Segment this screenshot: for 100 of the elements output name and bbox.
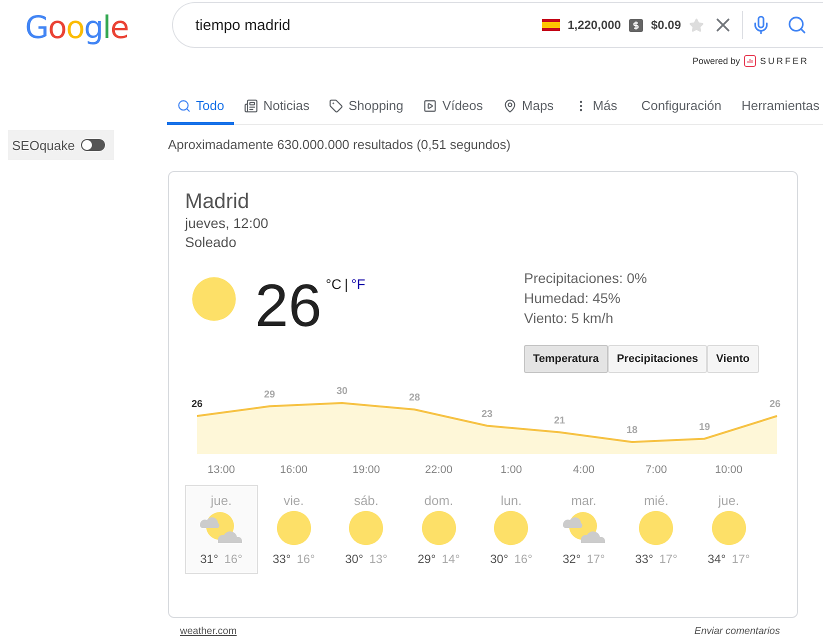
tag-icon <box>329 98 344 112</box>
seoquake-toggle[interactable] <box>80 139 105 151</box>
low-temperature: 16° <box>514 552 532 566</box>
low-temperature: 17° <box>732 552 750 566</box>
hour-label: 13:00 <box>206 464 236 476</box>
weather-detail: Humedad: 45% <box>524 289 621 308</box>
data-label: 23 <box>481 408 493 420</box>
source-link[interactable]: weather.com <box>180 626 237 637</box>
day-name: jue. <box>210 493 232 508</box>
star-icon[interactable] <box>689 18 704 32</box>
day-forecast[interactable]: lun. 30° 16° <box>475 485 548 574</box>
hour-label: 4:00 <box>572 464 596 476</box>
search-tab[interactable]: Maps <box>492 89 564 125</box>
data-label: 28 <box>408 392 420 404</box>
newspaper-icon <box>244 98 258 112</box>
day-forecast[interactable]: vie. 33° 16° <box>258 485 330 574</box>
search-tab[interactable]: Configuración <box>631 89 732 125</box>
day-forecast[interactable]: dom. 29° 14° <box>402 485 475 574</box>
sun-with-clouds-icon <box>560 511 607 545</box>
day-name: vie. <box>284 493 304 508</box>
search-tab[interactable]: Todo <box>167 89 234 125</box>
day-name: lun. <box>500 493 522 508</box>
chart-mode-button[interactable]: Precipitaciones <box>608 345 708 373</box>
data-label: 29 <box>264 389 276 400</box>
high-temperature: 33° <box>272 552 291 566</box>
sun-icon <box>710 510 747 546</box>
data-label: 21 <box>554 415 566 426</box>
unit-toggle[interactable]: °C <box>326 276 342 292</box>
high-temperature: 33° <box>635 552 654 566</box>
hour-label: 1:00 <box>500 464 523 476</box>
local-time: jueves, 12:00 <box>185 214 270 233</box>
dollar-badge-icon <box>628 18 643 32</box>
sun-icon <box>191 276 237 322</box>
surfer-logo-icon <box>744 55 756 67</box>
low-temperature: 17° <box>659 552 678 566</box>
high-temperature: 32° <box>562 552 581 566</box>
search-tab[interactable]: Shopping <box>319 89 414 125</box>
unit-separator: | <box>344 276 348 292</box>
day-name: jue. <box>718 493 740 508</box>
map-pin-icon <box>502 98 517 112</box>
hour-label: 16:00 <box>278 464 309 476</box>
play-icon <box>423 98 438 112</box>
low-temperature: 16° <box>296 552 315 566</box>
sun-icon <box>638 510 674 546</box>
weather-condition: Soleado <box>185 233 238 252</box>
google-logo[interactable]: Google <box>25 10 128 46</box>
high-temperature: 30° <box>345 552 364 566</box>
data-label: 26 <box>769 399 781 410</box>
unit-toggle[interactable]: °F <box>351 276 366 292</box>
feedback-link[interactable]: Enviar comentarios <box>694 626 780 637</box>
low-temperature: 17° <box>586 552 605 566</box>
day-name: mié. <box>644 493 669 508</box>
hour-label: 22:00 <box>424 464 454 476</box>
spain-flag-icon <box>542 19 560 31</box>
search-tab[interactable]: Herramientas <box>731 89 823 125</box>
high-temperature: 34° <box>708 552 726 566</box>
surfer-brand: SURFER <box>760 56 809 66</box>
low-temperature: 13° <box>369 552 388 566</box>
seoquake-label: SEOquake <box>12 138 75 152</box>
sun-icon <box>493 510 530 546</box>
weather-detail: Viento: 5 km/h <box>524 309 614 328</box>
cost-per-click: $0.09 <box>650 18 681 32</box>
results-count: Aproximadamente 630.000.000 resultados (0,51 segundos) <box>168 137 512 152</box>
search-icon <box>177 98 191 112</box>
hour-label: 19:00 <box>351 464 382 476</box>
sun-icon <box>348 510 384 546</box>
day-forecast[interactable]: mar. 32° 17° <box>548 485 620 574</box>
day-name: sáb. <box>354 493 379 508</box>
powered-by-text: Powered by <box>692 56 740 66</box>
search-field[interactable]: tiempo madrid <box>193 16 534 34</box>
data-label: 19 <box>698 422 710 433</box>
search-volume: 1,220,000 <box>568 18 621 32</box>
search-tab[interactable]: Noticias <box>234 89 320 125</box>
current-temperature: 26 <box>255 278 322 334</box>
high-temperature: 30° <box>490 552 508 566</box>
search-icon[interactable] <box>787 15 807 35</box>
chart-mode-button[interactable]: Viento <box>707 345 759 373</box>
hour-label: 7:00 <box>644 464 668 476</box>
weather-detail: Precipitaciones: 0% <box>524 269 647 288</box>
low-temperature: 16° <box>224 552 242 566</box>
data-label: 18 <box>626 425 638 436</box>
day-forecast[interactable]: sáb. 30° 13° <box>330 485 402 574</box>
day-forecast[interactable]: mié. 33° 17° <box>620 485 692 574</box>
day-name: dom. <box>424 493 454 508</box>
sun-with-clouds-icon <box>198 511 244 545</box>
day-forecast[interactable]: jue. 31° 16° <box>185 485 258 574</box>
high-temperature: 29° <box>418 552 436 566</box>
high-temperature: 31° <box>200 552 218 566</box>
sun-icon <box>276 510 312 546</box>
data-label: 26 <box>191 399 203 410</box>
search-tab[interactable]: Más <box>564 89 628 125</box>
day-name: mar. <box>571 493 596 508</box>
sun-icon <box>420 510 457 546</box>
hour-label: 10:00 <box>714 464 744 476</box>
search-tab[interactable]: Vídeos <box>413 89 493 125</box>
city-name: Madrid <box>185 190 250 214</box>
low-temperature: 14° <box>442 552 460 566</box>
data-label: 30 <box>336 387 348 397</box>
day-forecast[interactable]: jue. 34° 17° <box>692 485 765 574</box>
chart-mode-button[interactable]: Temperatura <box>524 345 608 373</box>
